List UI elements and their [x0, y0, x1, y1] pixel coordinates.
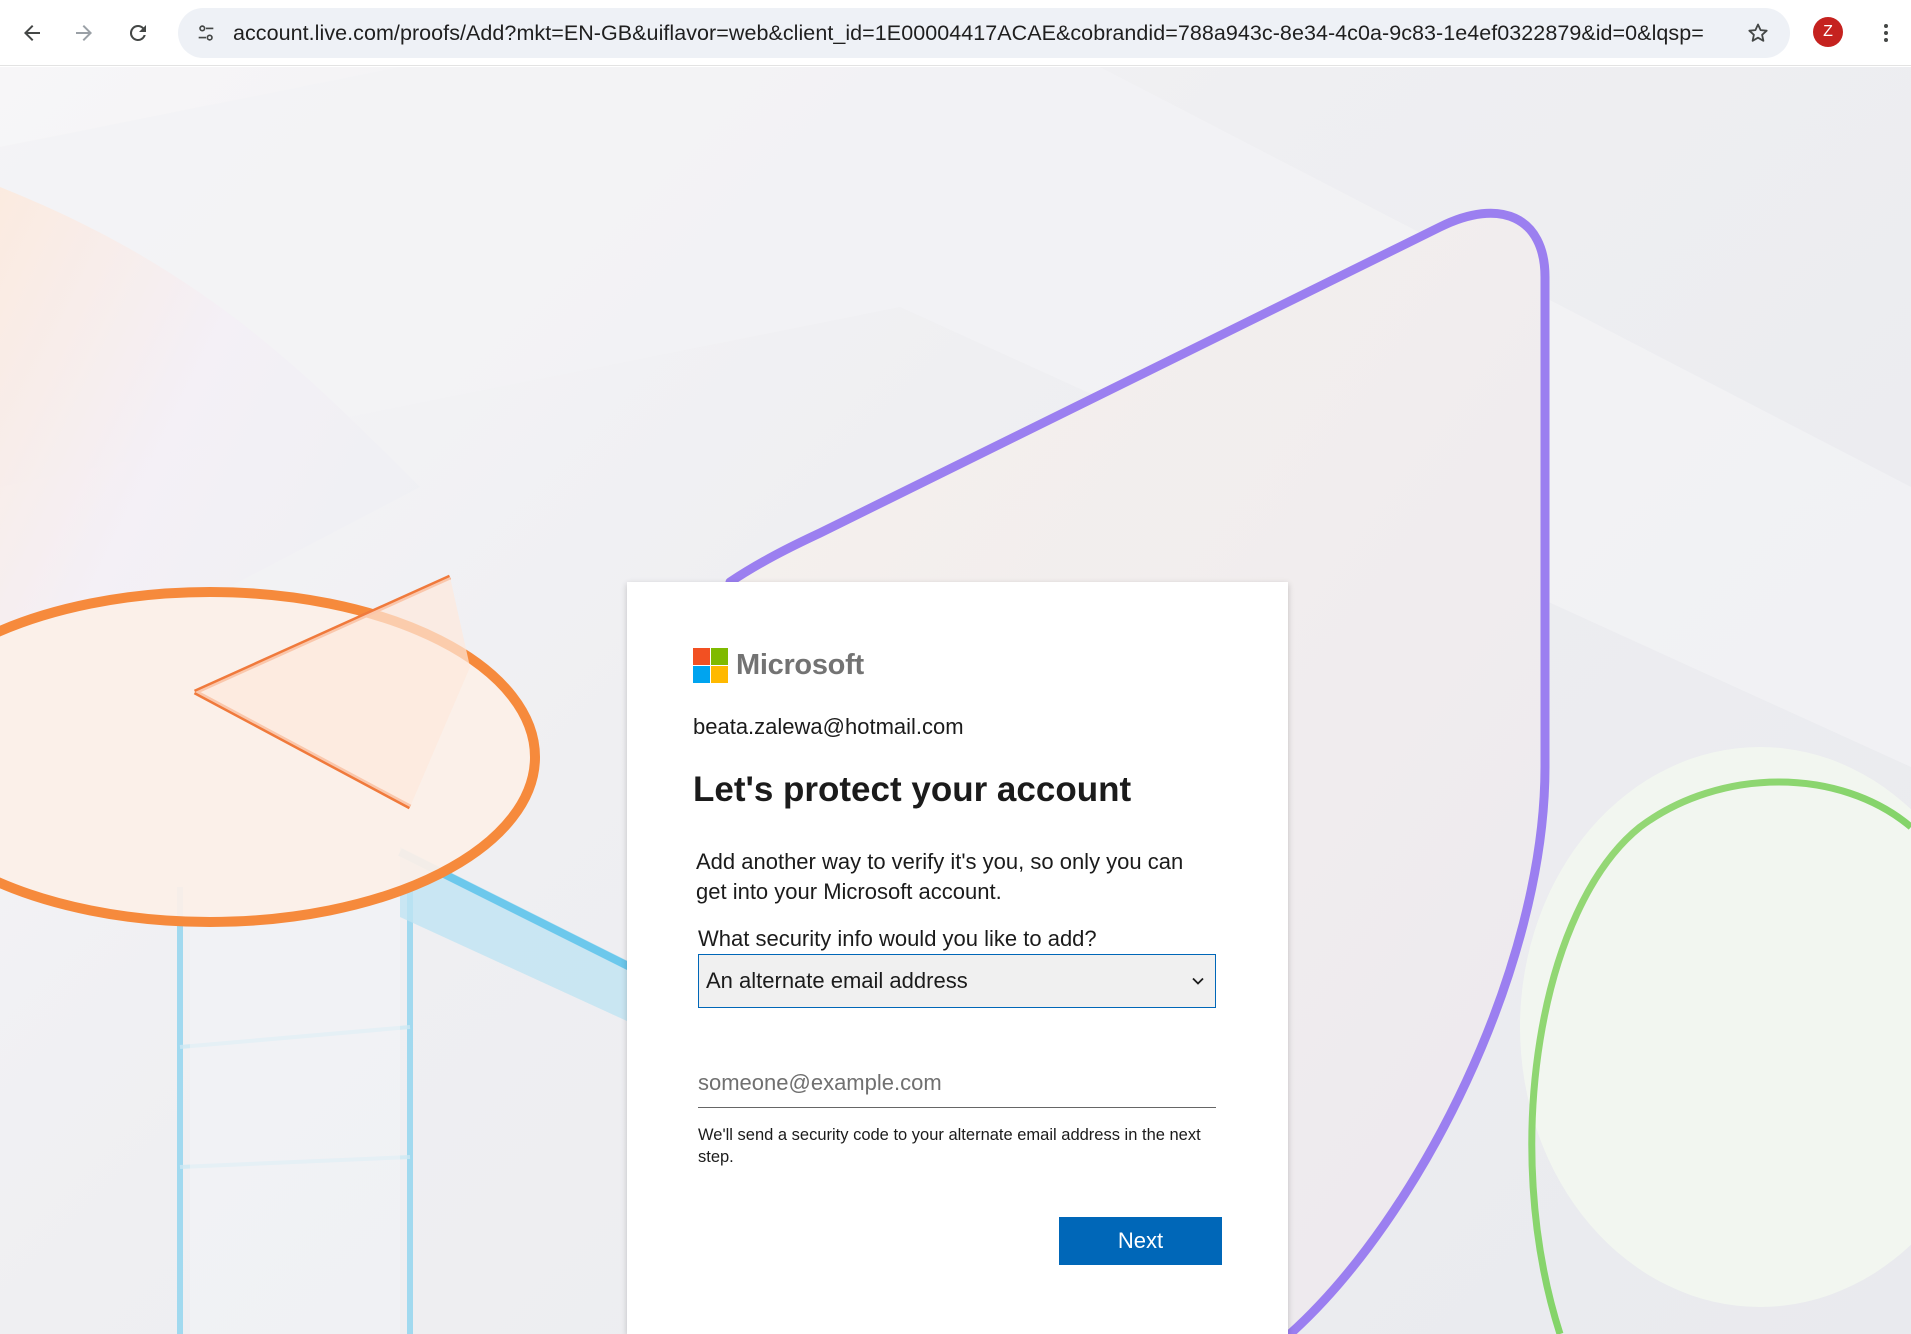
- account-identity: beata.zalewa@hotmail.com: [693, 714, 964, 739]
- chevron-down-icon: [1187, 970, 1209, 992]
- security-info-selected-value: An alternate email address: [706, 968, 968, 993]
- profile-avatar[interactable]: Z: [1813, 17, 1843, 47]
- microsoft-wordmark: Microsoft: [736, 648, 864, 681]
- arrow-left-icon: [24, 25, 40, 41]
- address-bar[interactable]: account.live.com/proofs/Add?mkt=EN-GB&ui…: [178, 8, 1790, 58]
- site-info-icon[interactable]: [192, 19, 220, 47]
- security-info-select[interactable]: An alternate email address: [698, 954, 1216, 1008]
- arrow-right-icon: [76, 25, 92, 41]
- forward-button[interactable]: [64, 13, 104, 53]
- microsoft-logo-icon: [693, 647, 728, 683]
- url-text[interactable]: account.live.com/proofs/Add?mkt=EN-GB&ui…: [233, 8, 1703, 58]
- security-info-label: What security info would you like to add…: [698, 926, 1097, 951]
- back-button[interactable]: [12, 13, 52, 53]
- more-menu-icon[interactable]: [1866, 13, 1906, 53]
- page-description: Add another way to verify it's you, so o…: [696, 849, 1184, 904]
- reload-icon: [129, 24, 146, 41]
- star-icon[interactable]: [1744, 19, 1772, 47]
- reload-button[interactable]: [118, 13, 158, 53]
- alternate-email-input[interactable]: [698, 1058, 1216, 1108]
- browser-toolbar: account.live.com/proofs/Add?mkt=EN-GB&ui…: [0, 0, 1911, 66]
- next-button[interactable]: Next: [1059, 1217, 1222, 1265]
- account-card: Microsoft beata.zalewa@hotmail.com Let's…: [627, 582, 1288, 1334]
- microsoft-logo: Microsoft: [693, 647, 864, 683]
- page-title: Let's protect your account: [693, 770, 1132, 809]
- email-help-text: We'll send a security code to your alter…: [698, 1126, 1201, 1166]
